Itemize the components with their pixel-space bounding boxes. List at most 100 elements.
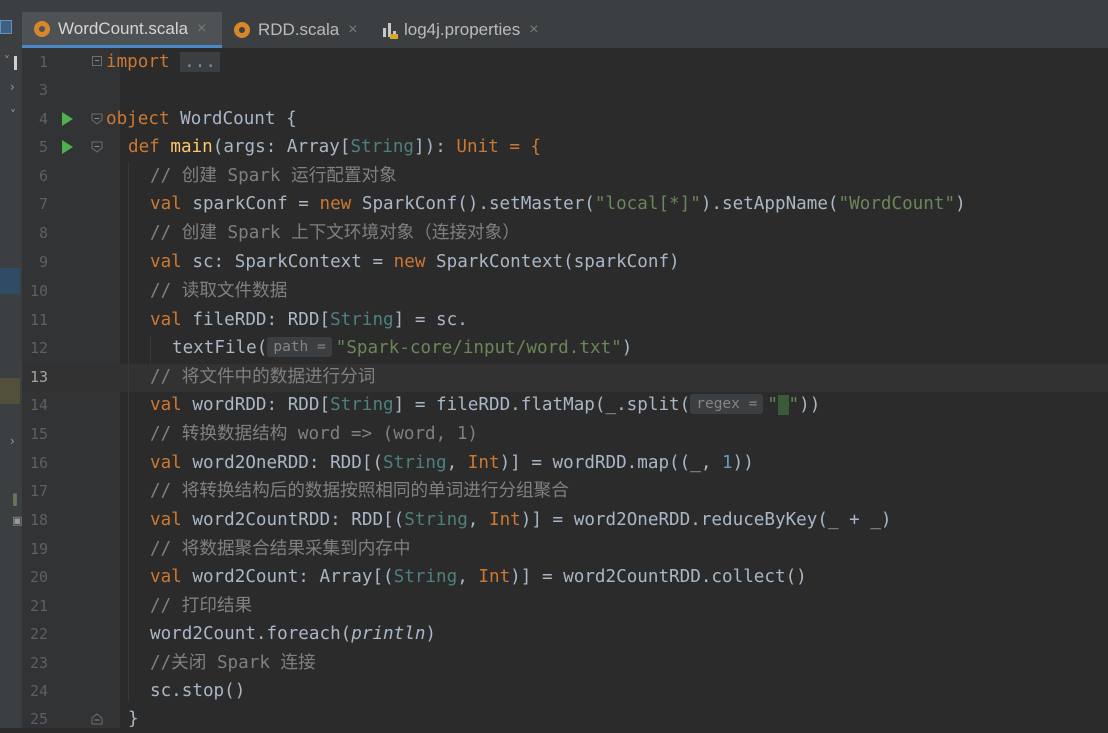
keyword: import <box>106 52 170 72</box>
code-text: WordCount { <box>169 109 297 129</box>
keyword: val <box>150 510 182 530</box>
close-icon[interactable]: × <box>197 20 206 38</box>
line-number: 14 <box>29 396 48 414</box>
line-number: 18 <box>29 511 48 529</box>
code-text: )] = word2CountRDD.collect() <box>510 567 807 587</box>
comment: // 将转换结构后的数据按照相同的单词进行分组聚合 <box>150 481 569 501</box>
number-literal: 1 <box>722 453 733 473</box>
code-line: 11 val fileRDD: RDD[String] = sc. <box>0 306 1108 334</box>
parameter-hint: path = <box>267 337 332 357</box>
code-line: 18 val word2CountRDD: RDD[(String, Int)]… <box>0 506 1108 534</box>
code-line: 7 val sparkConf = new SparkConf().setMas… <box>0 190 1108 218</box>
code-line: 12 textFile(path = "Spark-core/input/word… <box>0 334 1108 362</box>
code-line: 23 //关闭 Spark 连接 <box>0 649 1108 677</box>
code-text: textFile( <box>172 338 268 358</box>
code-text: word2CountRDD: RDD[( <box>181 510 405 530</box>
type-name: String <box>383 453 447 473</box>
code-text: } <box>128 709 139 729</box>
code-text: , <box>457 567 479 587</box>
code-line: 6 // 创建 Spark 运行配置对象 <box>0 162 1108 190</box>
project-panel-toggle-icon[interactable] <box>0 20 12 34</box>
code-text: fileRDD: RDD[ <box>181 310 331 330</box>
code-line: 14 val wordRDD: RDD[String] = fileRDD.fl… <box>0 391 1108 419</box>
properties-file-icon <box>382 21 398 39</box>
close-icon[interactable]: × <box>529 21 538 39</box>
code-text: )] = wordRDD.map((_, <box>499 453 723 473</box>
run-icon[interactable] <box>62 140 73 154</box>
code-text: , <box>446 453 468 473</box>
line-number: 10 <box>29 282 48 300</box>
string-literal: "Spark-core/input/word.txt" <box>335 338 622 358</box>
type-name: Int <box>488 510 521 530</box>
code-text: )) <box>799 395 821 415</box>
tab-label: WordCount.scala <box>58 18 189 38</box>
comment: // 将数据聚合结果采集到内存中 <box>150 539 411 559</box>
code-line: 9 val sc: SparkContext = new SparkContex… <box>0 248 1108 276</box>
tab-rdd-scala[interactable]: RDD.scala × <box>234 12 364 48</box>
type-name: String <box>330 310 394 330</box>
fold-icon[interactable] <box>91 141 103 153</box>
code-line: 19 // 将数据聚合结果采集到内存中 <box>0 535 1108 563</box>
fold-end-icon[interactable] <box>91 713 103 725</box>
code-line: 3 <box>0 76 1108 104</box>
run-icon[interactable] <box>62 112 73 126</box>
keyword: def <box>128 137 160 157</box>
function-name: main <box>170 137 213 157</box>
code-line: 10 // 读取文件数据 <box>0 277 1108 305</box>
scala-file-icon <box>34 20 50 37</box>
string-literal: "WordCount" <box>838 194 956 214</box>
code-line: 20 val word2Count: Array[(String, Int)] … <box>0 563 1108 591</box>
type-name: String <box>393 567 458 587</box>
line-number: 11 <box>29 311 48 329</box>
fold-icon[interactable] <box>92 56 102 66</box>
code-text: ) <box>621 338 633 358</box>
line-number: 7 <box>38 195 48 213</box>
line-number: 16 <box>29 454 48 472</box>
type-name: String <box>350 137 415 157</box>
code-text: ] = fileRDD.flatMap(_.split( <box>393 395 691 415</box>
line-number: 21 <box>29 597 48 615</box>
code-line-current: 13 // 将文件中的数据进行分词 <box>0 363 1108 391</box>
folded-imports[interactable]: ... <box>180 52 220 72</box>
code-text: )] = word2OneRDD.reduceByKey(_ + _) <box>520 510 892 530</box>
code-text: )) <box>732 453 754 473</box>
type-name: Int <box>478 567 511 587</box>
fold-icon[interactable] <box>91 113 103 125</box>
code-text: sc.stop() <box>150 681 246 701</box>
code-text: wordRDD: RDD[ <box>181 395 331 415</box>
keyword: object <box>106 109 170 129</box>
code-line: 17 // 将转换结构后的数据按照相同的单词进行分组聚合 <box>0 477 1108 505</box>
tab-log4j-properties[interactable]: log4j.properties × <box>382 12 562 48</box>
code-line: 8 // 创建 Spark 上下文环境对象（连接对象） <box>0 219 1108 247</box>
code-line: 1 import ... <box>0 48 1108 76</box>
code-text: word2Count.foreach( <box>150 624 352 644</box>
code-text: ) <box>425 624 437 644</box>
code-text: ]): <box>414 137 457 157</box>
code-line: 25 } <box>0 705 1108 733</box>
line-number: 17 <box>29 482 48 500</box>
code-text: ) <box>955 194 966 214</box>
comment: // 打印结果 <box>150 596 253 616</box>
comment: // 转换数据结构 word => (word, 1) <box>150 424 479 444</box>
code-text: ).setAppName( <box>700 194 839 214</box>
keyword: new <box>319 194 352 214</box>
code-line: 21 // 打印结果 <box>0 592 1108 620</box>
keyword: val <box>150 453 182 473</box>
type-name: Int <box>467 453 500 473</box>
line-number: 4 <box>38 110 48 128</box>
line-number: 19 <box>29 540 48 558</box>
code-text: (args: Array[ <box>212 137 351 157</box>
line-number: 6 <box>38 167 48 185</box>
comment: // 将文件中的数据进行分词 <box>150 367 376 387</box>
tab-label: log4j.properties <box>404 20 521 39</box>
code-text: sparkConf = <box>181 194 320 214</box>
code-line: 24 sc.stop() <box>0 677 1108 705</box>
close-icon[interactable]: × <box>348 21 357 39</box>
comment: // 创建 Spark 上下文环境对象（连接对象） <box>150 223 520 243</box>
line-number: 12 <box>29 339 48 357</box>
line-number: 13 <box>29 368 48 386</box>
comment: // 读取文件数据 <box>150 281 288 301</box>
type-name: String <box>404 510 468 530</box>
code-line: 15 // 转换数据结构 word => (word, 1) <box>0 420 1108 448</box>
tab-wordcount-scala[interactable]: WordCount.scala × <box>22 12 222 48</box>
